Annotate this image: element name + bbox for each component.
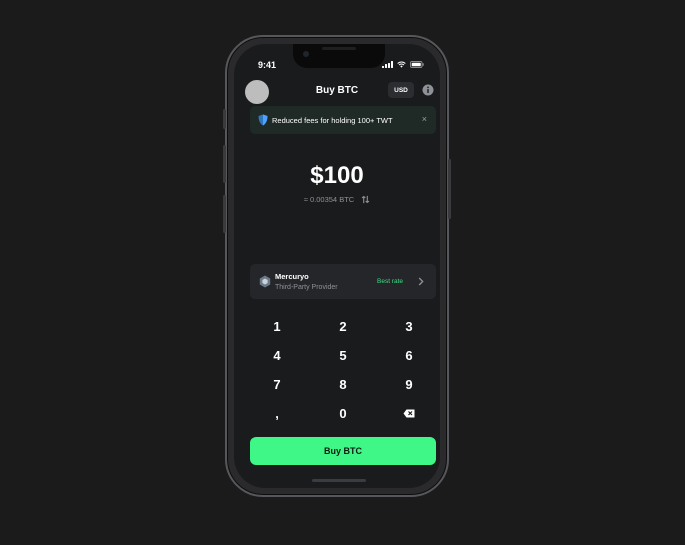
key-backspace[interactable] (376, 399, 440, 428)
close-icon[interactable]: × (422, 114, 427, 124)
key-decimal[interactable]: , (244, 399, 310, 428)
front-camera (303, 51, 309, 57)
stage: 9:41 Buy BTC USD Reduced fees for holdin… (0, 0, 685, 545)
wifi-icon (397, 61, 406, 68)
crypto-amount-row: ≈ 0.00354 BTC (234, 195, 440, 204)
backspace-icon (403, 409, 415, 418)
status-icons (382, 61, 424, 68)
key-5[interactable]: 5 (310, 341, 376, 370)
power-button (448, 159, 451, 219)
info-icon[interactable] (422, 84, 434, 96)
currency-selector-button[interactable]: USD (388, 82, 414, 98)
swap-icon[interactable] (361, 195, 370, 204)
notch (293, 44, 385, 68)
promo-banner[interactable]: Reduced fees for holding 100+ TWT × (250, 106, 436, 134)
key-6[interactable]: 6 (376, 341, 440, 370)
key-3[interactable]: 3 (376, 312, 440, 341)
phone-frame: 9:41 Buy BTC USD Reduced fees for holdin… (223, 35, 451, 497)
crypto-amount: ≈ 0.00354 BTC (303, 195, 355, 204)
key-7[interactable]: 7 (244, 370, 310, 399)
buy-button[interactable]: Buy BTC (250, 437, 436, 465)
key-9[interactable]: 9 (376, 370, 440, 399)
home-indicator (312, 479, 366, 482)
mute-switch (223, 109, 226, 129)
volume-up-button (223, 145, 226, 183)
key-0[interactable]: 0 (310, 399, 376, 428)
key-1[interactable]: 1 (244, 312, 310, 341)
mercuryo-logo-icon (259, 275, 271, 288)
status-time: 9:41 (258, 60, 277, 70)
best-rate-badge: Best rate (377, 278, 404, 285)
fiat-amount: $100 (310, 162, 364, 189)
volume-down-button (223, 195, 226, 233)
numeric-keypad: 1 2 3 4 5 6 7 8 9 , 0 (244, 312, 440, 428)
provider-name: Mercuryo (275, 272, 309, 281)
provider-selector[interactable]: Mercuryo Third-Party Provider Best rate (250, 264, 436, 299)
key-4[interactable]: 4 (244, 341, 310, 370)
phone-screen: 9:41 Buy BTC USD Reduced fees for holdin… (234, 44, 440, 488)
battery-icon (410, 61, 424, 68)
trust-wallet-shield-icon (258, 114, 268, 126)
earpiece-speaker (322, 47, 356, 50)
provider-type: Third-Party Provider (275, 284, 338, 291)
key-8[interactable]: 8 (310, 370, 376, 399)
key-2[interactable]: 2 (310, 312, 376, 341)
promo-banner-text: Reduced fees for holding 100+ TWT (272, 115, 393, 125)
cellular-signal-icon (382, 61, 393, 68)
chevron-right-icon (418, 277, 424, 286)
